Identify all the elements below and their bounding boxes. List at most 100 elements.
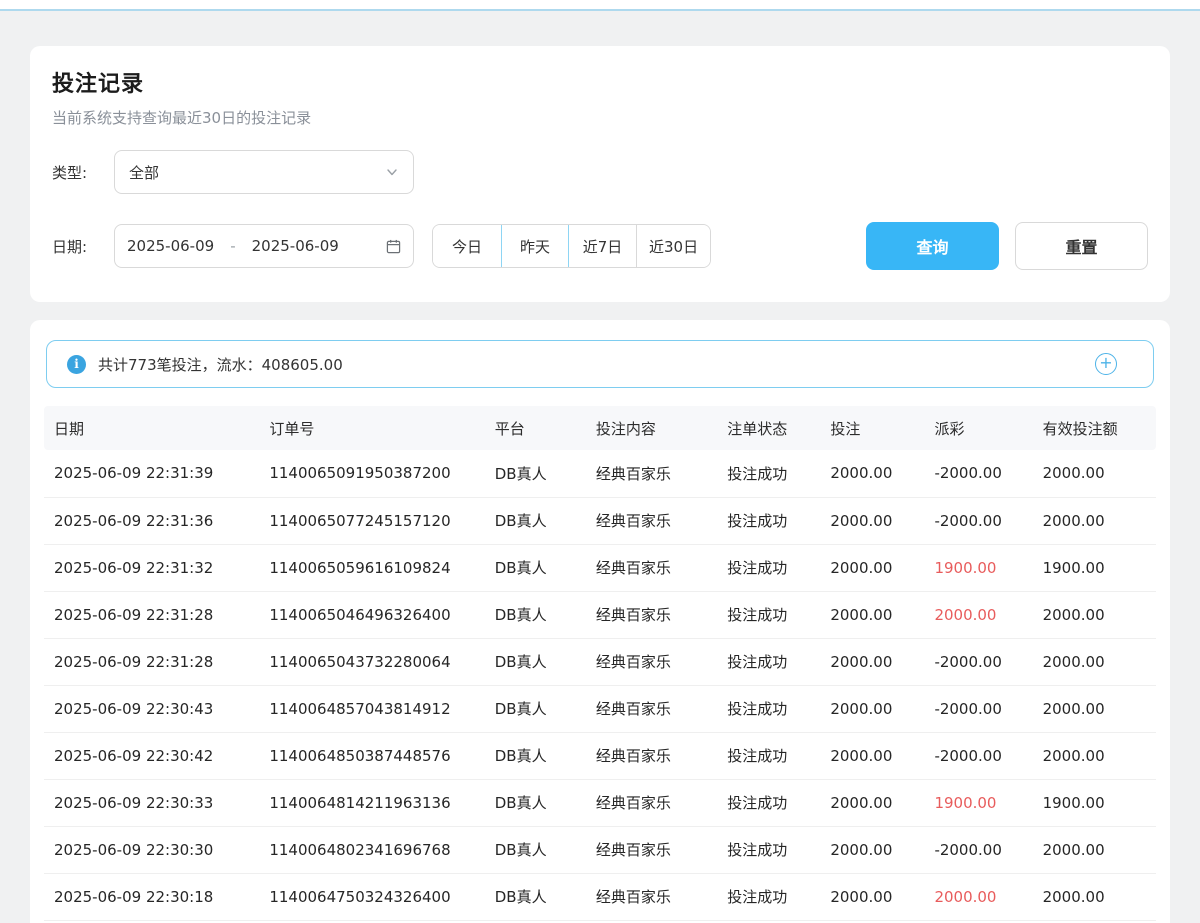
quick-range-button[interactable]: 昨天 bbox=[501, 224, 569, 268]
cell-payout: 2000.00 bbox=[924, 873, 1032, 920]
cell-bet: 2000.00 bbox=[820, 873, 924, 920]
cell-order: 1140065077245157120 bbox=[259, 497, 484, 544]
cell-status: 投注成功 bbox=[717, 544, 820, 591]
cell-content: 经典百家乐 bbox=[586, 638, 717, 685]
table-row: 2025-06-09 22:30:18 1140064750324326400 … bbox=[44, 873, 1156, 920]
table-header-row: 日期 订单号 平台 投注内容 注单状态 投注 派彩 有效投注额 bbox=[44, 406, 1156, 450]
date-start-value: 2025-06-09 bbox=[127, 237, 214, 255]
expand-plus-icon[interactable]: + bbox=[1095, 353, 1117, 375]
table-row: 2025-06-09 22:31:39 1140065091950387200 … bbox=[44, 450, 1156, 497]
cell-bet: 2000.00 bbox=[820, 638, 924, 685]
cell-valid: 2000.00 bbox=[1033, 638, 1156, 685]
cell-date: 2025-06-09 22:30:33 bbox=[44, 779, 259, 826]
cell-platform: DB真人 bbox=[485, 638, 586, 685]
summary-bar: i 共计773笔投注，流水：408605.00 + bbox=[46, 340, 1154, 388]
cell-bet: 2000.00 bbox=[820, 779, 924, 826]
cell-valid: 2000.00 bbox=[1033, 732, 1156, 779]
query-button[interactable]: 查询 bbox=[866, 222, 999, 270]
cell-content: 经典百家乐 bbox=[586, 732, 717, 779]
type-select-value: 全部 bbox=[129, 162, 385, 183]
quick-range-button[interactable]: 今日 bbox=[433, 225, 501, 267]
cell-content: 经典百家乐 bbox=[586, 450, 717, 497]
cell-order: 1140065046496326400 bbox=[259, 591, 484, 638]
table-row: 2025-06-09 22:30:33 1140064814211963136 … bbox=[44, 779, 1156, 826]
cell-status: 投注成功 bbox=[717, 450, 820, 497]
cell-date: 2025-06-09 22:30:42 bbox=[44, 732, 259, 779]
header-date: 日期 bbox=[44, 406, 259, 450]
cell-content: 经典百家乐 bbox=[586, 544, 717, 591]
cell-platform: DB真人 bbox=[485, 450, 586, 497]
cell-valid: 1900.00 bbox=[1033, 779, 1156, 826]
date-range-input[interactable]: 2025-06-09 - 2025-06-09 bbox=[114, 224, 414, 268]
cell-bet: 2000.00 bbox=[820, 591, 924, 638]
header-content: 投注内容 bbox=[586, 406, 717, 450]
table-row: 2025-06-09 22:31:28 1140065046496326400 … bbox=[44, 591, 1156, 638]
header-order: 订单号 bbox=[259, 406, 484, 450]
cell-platform: DB真人 bbox=[485, 826, 586, 873]
header-platform: 平台 bbox=[485, 406, 586, 450]
header-status: 注单状态 bbox=[717, 406, 820, 450]
quick-range-group: 今日昨天近7日近30日 bbox=[432, 224, 711, 268]
page-subtitle: 当前系统支持查询最近30日的投注记录 bbox=[52, 107, 1148, 128]
cell-status: 投注成功 bbox=[717, 826, 820, 873]
cell-order: 1140065043732280064 bbox=[259, 638, 484, 685]
quick-range-button[interactable]: 近7日 bbox=[568, 225, 636, 267]
page-title: 投注记录 bbox=[52, 66, 1148, 98]
cell-platform: DB真人 bbox=[485, 544, 586, 591]
cell-valid: 2000.00 bbox=[1033, 826, 1156, 873]
cell-date: 2025-06-09 22:31:28 bbox=[44, 638, 259, 685]
cell-valid: 2000.00 bbox=[1033, 591, 1156, 638]
type-label: 类型: bbox=[52, 162, 98, 183]
cell-status: 投注成功 bbox=[717, 873, 820, 920]
cell-platform: DB真人 bbox=[485, 685, 586, 732]
page-body: 投注记录 当前系统支持查询最近30日的投注记录 类型: 全部 日期: 2025-… bbox=[0, 11, 1200, 923]
cell-platform: DB真人 bbox=[485, 873, 586, 920]
cell-content: 经典百家乐 bbox=[586, 685, 717, 732]
table-row: 2025-06-09 22:31:36 1140065077245157120 … bbox=[44, 497, 1156, 544]
header-valid: 有效投注额 bbox=[1033, 406, 1156, 450]
top-divider bbox=[0, 0, 1200, 11]
filter-actions: 查询 重置 bbox=[866, 222, 1148, 270]
cell-payout: 1900.00 bbox=[924, 544, 1032, 591]
cell-platform: DB真人 bbox=[485, 497, 586, 544]
cell-status: 投注成功 bbox=[717, 497, 820, 544]
cell-bet: 2000.00 bbox=[820, 826, 924, 873]
header-payout: 派彩 bbox=[924, 406, 1032, 450]
cell-status: 投注成功 bbox=[717, 685, 820, 732]
cell-content: 经典百家乐 bbox=[586, 779, 717, 826]
table-row: 2025-06-09 22:30:42 1140064850387448576 … bbox=[44, 732, 1156, 779]
cell-status: 投注成功 bbox=[717, 591, 820, 638]
cell-order: 1140064750324326400 bbox=[259, 873, 484, 920]
cell-content: 经典百家乐 bbox=[586, 591, 717, 638]
cell-platform: DB真人 bbox=[485, 779, 586, 826]
quick-range-button[interactable]: 近30日 bbox=[636, 225, 710, 267]
date-end-value: 2025-06-09 bbox=[252, 237, 339, 255]
date-separator: - bbox=[230, 237, 235, 255]
table-row: 2025-06-09 22:30:30 1140064802341696768 … bbox=[44, 826, 1156, 873]
table-row: 2025-06-09 22:30:43 1140064857043814912 … bbox=[44, 685, 1156, 732]
cell-payout: -2000.00 bbox=[924, 685, 1032, 732]
cell-status: 投注成功 bbox=[717, 638, 820, 685]
reset-button[interactable]: 重置 bbox=[1015, 222, 1148, 270]
cell-valid: 2000.00 bbox=[1033, 685, 1156, 732]
cell-content: 经典百家乐 bbox=[586, 497, 717, 544]
cell-date: 2025-06-09 22:30:18 bbox=[44, 873, 259, 920]
cell-payout: -2000.00 bbox=[924, 497, 1032, 544]
cell-order: 1140065091950387200 bbox=[259, 450, 484, 497]
summary-text: 共计773笔投注，流水：408605.00 bbox=[98, 354, 343, 375]
cell-order: 1140064857043814912 bbox=[259, 685, 484, 732]
cell-valid: 2000.00 bbox=[1033, 450, 1156, 497]
cell-bet: 2000.00 bbox=[820, 732, 924, 779]
calendar-icon bbox=[386, 239, 401, 254]
cell-bet: 2000.00 bbox=[820, 685, 924, 732]
cell-content: 经典百家乐 bbox=[586, 873, 717, 920]
cell-bet: 2000.00 bbox=[820, 450, 924, 497]
type-filter-row: 类型: 全部 bbox=[52, 150, 1148, 194]
cell-bet: 2000.00 bbox=[820, 544, 924, 591]
cell-payout: 1900.00 bbox=[924, 779, 1032, 826]
cell-content: 经典百家乐 bbox=[586, 826, 717, 873]
bet-records-table: 日期 订单号 平台 投注内容 注单状态 投注 派彩 有效投注额 2025-06-… bbox=[44, 406, 1156, 921]
cell-platform: DB真人 bbox=[485, 732, 586, 779]
type-select[interactable]: 全部 bbox=[114, 150, 414, 194]
cell-date: 2025-06-09 22:31:36 bbox=[44, 497, 259, 544]
